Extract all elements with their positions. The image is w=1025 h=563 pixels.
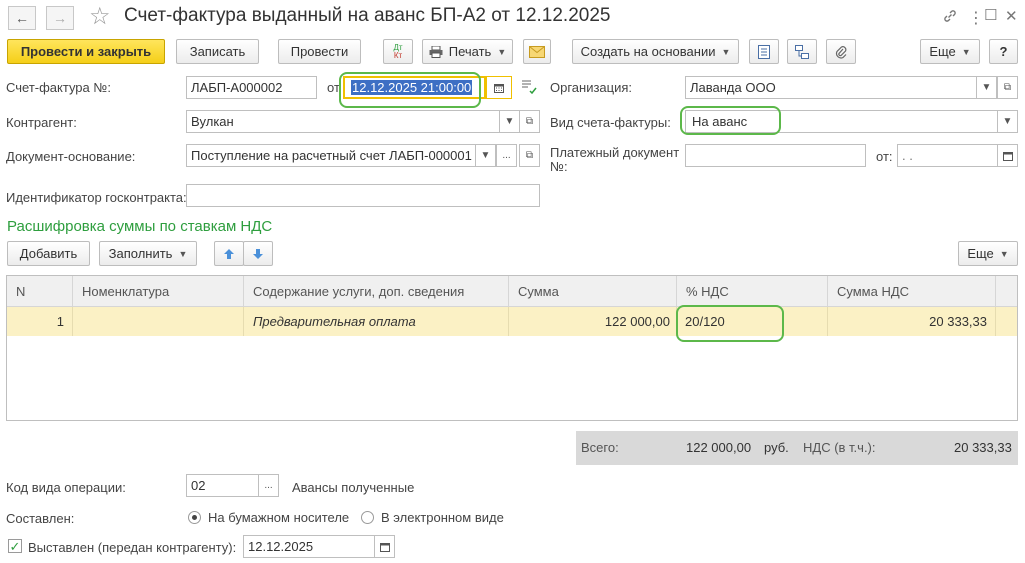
table-row[interactable]: 1 Предварительная оплата 122 000,00 20/1… xyxy=(7,307,1017,336)
basis-document-field[interactable]: Поступление на расчетный счет ЛАБП-00000… xyxy=(186,144,476,167)
table-header: N Номенклатура Содержание услуги, доп. с… xyxy=(7,276,1017,307)
cell-item xyxy=(73,307,244,336)
calendar-icon[interactable] xyxy=(486,76,512,99)
operation-code-field[interactable]: 02 xyxy=(186,474,259,497)
move-up-icon[interactable] xyxy=(214,241,244,266)
dt-kt-icon[interactable]: Дт Кт xyxy=(383,39,413,64)
create-based-on-button[interactable]: Создать на основании ▼ xyxy=(572,39,739,64)
post-and-close-button[interactable]: Провести и закрыть xyxy=(7,39,165,64)
issued-checkbox[interactable]: ✓ xyxy=(8,539,22,553)
forward-icon[interactable]: → xyxy=(46,6,74,30)
cell-n: 1 xyxy=(7,307,73,336)
cell-vat-rate: 20/120 xyxy=(677,307,828,336)
column-header-n[interactable]: N xyxy=(7,276,73,307)
attachment-icon[interactable] xyxy=(826,39,856,64)
counterparty-open-icon[interactable]: ⧉ xyxy=(519,110,540,133)
back-icon[interactable]: ← xyxy=(8,6,36,30)
save-button[interactable]: Записать xyxy=(176,39,259,64)
column-header-vat-sum[interactable]: Сумма НДС xyxy=(828,276,996,307)
add-button[interactable]: Добавить xyxy=(7,241,90,266)
total-value: 122 000,00 xyxy=(686,440,752,455)
electronic-radio[interactable] xyxy=(361,511,374,524)
date-field[interactable]: 12.12.2025 21:00:00 xyxy=(343,76,486,99)
payment-date-label: от: xyxy=(876,149,893,164)
paper-radio-label[interactable]: На бумажном носителе xyxy=(208,510,349,525)
email-icon[interactable] xyxy=(523,39,551,64)
column-header-item[interactable]: Номенклатура xyxy=(73,276,244,307)
organization-dropdown-icon[interactable]: ▼ xyxy=(976,76,997,99)
printer-icon xyxy=(429,45,443,58)
payment-document-label: Платежный документ №: xyxy=(550,145,680,174)
organization-open-icon[interactable]: ⧉ xyxy=(997,76,1018,99)
star-icon[interactable]: ☆ xyxy=(89,2,111,31)
menu-icon[interactable]: ⋮ xyxy=(968,8,984,28)
document-edit-icon[interactable] xyxy=(521,80,537,97)
invoice-kind-field[interactable]: На аванс xyxy=(685,110,999,133)
issued-calendar-icon[interactable] xyxy=(374,535,395,558)
compiled-label: Составлен: xyxy=(6,511,75,526)
help-button[interactable]: ? xyxy=(989,39,1018,64)
basis-document-dropdown-icon[interactable]: ▼ xyxy=(475,144,496,167)
issued-label: Выставлен (передан контрагенту): xyxy=(28,540,237,555)
column-header-sum[interactable]: Сумма xyxy=(509,276,677,307)
more-button[interactable]: Еще ▼ xyxy=(920,39,980,64)
operation-code-description: Авансы полученные xyxy=(292,480,415,495)
currency-label: руб. xyxy=(764,440,789,455)
vat-total-label: НДС (в т.ч.): xyxy=(803,440,876,455)
maximize-icon[interactable]: ☐ xyxy=(984,6,997,24)
counterparty-label: Контрагент: xyxy=(6,115,77,130)
column-header-content[interactable]: Содержание услуги, доп. сведения xyxy=(244,276,509,307)
post-button[interactable]: Провести xyxy=(278,39,361,64)
electronic-radio-label[interactable]: В электронном виде xyxy=(381,510,504,525)
fill-button[interactable]: Заполнить ▼ xyxy=(99,241,197,266)
close-icon[interactable]: ✕ xyxy=(1005,7,1018,25)
vat-more-button[interactable]: Еще ▼ xyxy=(958,241,1018,266)
list-report-icon[interactable] xyxy=(749,39,779,64)
invoice-kind-dropdown-icon[interactable]: ▼ xyxy=(997,110,1018,133)
basis-document-open-icon[interactable]: ⧉ xyxy=(519,144,540,167)
basis-document-select-button[interactable]: ... xyxy=(496,144,517,167)
operation-code-select-button[interactable]: ... xyxy=(258,474,279,497)
organization-label: Организация: xyxy=(550,80,633,95)
print-button[interactable]: Печать ▼ xyxy=(422,39,513,64)
cell-content: Предварительная оплата xyxy=(244,307,509,336)
structure-icon[interactable] xyxy=(787,39,817,64)
page-title: Счет-фактура выданный на аванс БП-А2 от … xyxy=(124,5,611,26)
basis-document-label: Документ-основание: xyxy=(6,149,136,164)
issued-date-field[interactable]: 12.12.2025 xyxy=(243,535,375,558)
link-icon[interactable] xyxy=(942,8,958,28)
paper-radio[interactable] xyxy=(188,511,201,524)
vat-total-value: 20 333,33 xyxy=(954,440,1012,455)
gov-contract-field[interactable] xyxy=(186,184,540,207)
invoice-kind-label: Вид счета-фактуры: xyxy=(550,115,671,130)
payment-document-field[interactable] xyxy=(685,144,866,167)
invoice-number-label: Счет-фактура №: xyxy=(6,80,111,95)
cell-sum: 122 000,00 xyxy=(509,307,677,336)
counterparty-field[interactable]: Вулкан xyxy=(186,110,500,133)
payment-date-field[interactable]: . . xyxy=(897,144,999,167)
operation-code-label: Код вида операции: xyxy=(6,480,126,495)
vat-table[interactable]: N Номенклатура Содержание услуги, доп. с… xyxy=(6,275,1018,421)
move-down-icon[interactable] xyxy=(243,241,273,266)
payment-calendar-icon[interactable] xyxy=(997,144,1018,167)
invoice-number-field[interactable]: ЛАБП-А000002 xyxy=(186,76,317,99)
total-label: Всего: xyxy=(581,440,619,455)
gov-contract-label: Идентификатор госконтракта: xyxy=(6,190,187,205)
date-from-label: от xyxy=(327,80,340,95)
column-header-vat-rate[interactable]: % НДС xyxy=(677,276,828,307)
counterparty-dropdown-icon[interactable]: ▼ xyxy=(499,110,520,133)
cell-vat-sum: 20 333,33 xyxy=(828,307,996,336)
vat-section-title: Расшифровка суммы по ставкам НДС xyxy=(7,218,273,235)
totals-bar: Всего: 122 000,00 руб. НДС (в т.ч.): 20 … xyxy=(576,431,1018,465)
organization-field[interactable]: Лаванда ООО xyxy=(685,76,977,99)
